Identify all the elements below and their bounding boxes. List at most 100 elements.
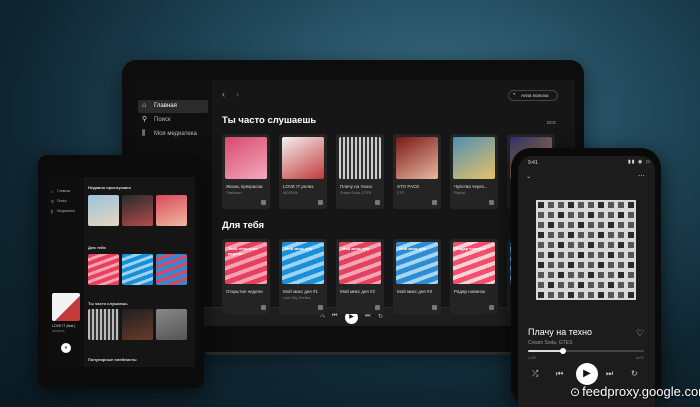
playlist-title: STO PACE [397, 184, 420, 189]
art-cell [578, 292, 584, 298]
tablet-foryou-card[interactable] [122, 254, 153, 285]
search-icon: ⚲ [51, 199, 54, 204]
progress-bar[interactable] [528, 348, 644, 354]
user-menu-button[interactable]: ◔ Anna Ivanova [508, 90, 558, 101]
tablet-section-recent: Недавно прослушано [88, 185, 131, 190]
cover-label: Твой открытия недели [228, 246, 258, 256]
progress-handle[interactable] [559, 348, 566, 354]
progress-fill [528, 350, 563, 352]
playlist-title: Мой микс дня #2 [340, 289, 375, 294]
tablet-pause-button[interactable]: ⏸ [61, 343, 71, 353]
tablet-nav-label: Главная [57, 189, 71, 193]
shuffle-icon[interactable]: ⤮ [320, 313, 325, 320]
art-cell [558, 232, 564, 238]
next-icon[interactable]: ⏭ [606, 369, 613, 379]
art-cell [578, 202, 584, 208]
art-cell [578, 232, 584, 238]
home-icon: ⌂ [51, 189, 54, 194]
playlist-cover: Мой микс дня [282, 242, 324, 284]
art-cell [588, 282, 594, 288]
elapsed-time: 1:20 [528, 355, 536, 360]
playlist-title: Жизнь прекрасна [226, 184, 263, 189]
playlist-cover: Мой микс дня [396, 242, 438, 284]
tablet-foryou-card[interactable] [156, 254, 187, 285]
save-icon[interactable] [261, 305, 266, 310]
playlist-card[interactable]: Мой микс дня Мой микс дня #2 [336, 239, 384, 314]
tablet-recent-card[interactable] [122, 195, 153, 226]
more-icon[interactable]: ⋯ [638, 172, 645, 180]
art-cell [598, 222, 604, 228]
art-cell [618, 292, 624, 298]
play-button[interactable]: ▶ [576, 363, 598, 385]
save-icon[interactable] [318, 305, 323, 310]
playlist-card[interactable]: Мой микс дня Мой микс дня #1 Luck Sky, Eve… [279, 239, 327, 314]
status-icons: ▮▮ ◉ ▭ [628, 159, 652, 165]
sidebar-item-search[interactable]: ⚲ Поиск [138, 114, 208, 127]
playlist-title: Мой микс дня #1 [283, 289, 318, 294]
save-icon[interactable] [261, 200, 266, 205]
playlist-cover: Мой микс дня [339, 242, 381, 284]
playlist-cover [396, 137, 438, 179]
save-icon[interactable] [489, 305, 494, 310]
back-arrow-icon[interactable]: ‹ [222, 89, 225, 99]
art-cell [588, 272, 594, 278]
save-icon[interactable] [432, 200, 437, 205]
art-cell [558, 252, 564, 258]
shuffle-icon[interactable]: ⤮ [532, 369, 538, 379]
save-icon[interactable] [432, 305, 437, 310]
art-cell [538, 212, 544, 218]
track-artist[interactable]: Cream Soda, GTES [528, 340, 572, 346]
save-icon[interactable] [375, 305, 380, 310]
tablet-section-frequent: Ты часто слушаешь [88, 301, 128, 306]
tablet-nav-library[interactable]: ⫼ Медиатека [51, 209, 75, 214]
playlist-card[interactable]: LOVE IT релиз MOSKVA [279, 134, 327, 209]
repeat-icon[interactable]: ↻ [378, 313, 383, 320]
playlist-title: Открытие недели [226, 289, 263, 294]
tablet-nav-home[interactable]: ⌂ Главная [51, 189, 71, 194]
tablet-frequent-card[interactable] [156, 309, 187, 340]
art-cell [618, 282, 624, 288]
sidebar-item-library[interactable]: ⫼ Моя медиатека [138, 128, 208, 141]
repeat-icon[interactable]: ↻ [631, 369, 638, 378]
art-cell [538, 262, 544, 268]
tablet-frequent-card[interactable] [88, 309, 119, 340]
art-cell [538, 202, 544, 208]
sidebar-item-home[interactable]: ⌂ Главная [138, 100, 208, 113]
heart-icon[interactable]: ♡ [636, 328, 644, 339]
art-cell [538, 282, 544, 288]
see-all-link[interactable]: ВСЕ [547, 120, 556, 125]
previous-icon[interactable]: ⏮ [556, 369, 563, 379]
save-icon[interactable] [318, 200, 323, 205]
save-icon[interactable] [489, 200, 494, 205]
forward-arrow-icon[interactable]: › [236, 89, 239, 99]
cover-label: Мой микс дня [342, 246, 370, 251]
playlist-subtitle: Luck Sky, Evelina [283, 296, 311, 300]
playlist-card[interactable]: Радар новинок Радар новинок [450, 239, 498, 314]
tablet-recent-card[interactable] [88, 195, 119, 226]
playlist-card[interactable]: Жизнь прекрасна Плейлист [222, 134, 270, 209]
art-cell [608, 212, 614, 218]
save-icon[interactable] [375, 200, 380, 205]
feed-icon: ⊙ [570, 385, 581, 399]
playlist-card[interactable]: Чувства через... Playlist [450, 134, 498, 209]
art-cell [548, 282, 554, 288]
art-cell [628, 282, 634, 288]
tablet-now-playing-art[interactable] [52, 293, 80, 321]
chevron-down-icon[interactable]: ⌄ [526, 173, 531, 180]
art-cell [588, 252, 594, 258]
tablet-nav-search[interactable]: ⚲ Поиск [51, 199, 67, 204]
playlist-card[interactable]: Мой микс дня Мой микс дня #3 [393, 239, 441, 314]
tablet-recent-card[interactable] [156, 195, 187, 226]
playlist-card[interactable]: Плачу на техно Cream Soda, GTES [336, 134, 384, 209]
track-title: Плачу на техно [528, 327, 592, 337]
art-cell [538, 242, 544, 248]
watermark: ⊙ feedproxy.google.com [570, 384, 700, 399]
playlist-card[interactable]: STO PACE STO [393, 134, 441, 209]
status-time: 9:41 [528, 160, 538, 166]
previous-icon[interactable]: ⏮ [332, 313, 337, 320]
tablet-frequent-card[interactable] [122, 309, 153, 340]
next-icon[interactable]: ⏭ [365, 313, 370, 320]
playlist-cover [453, 137, 495, 179]
playlist-card[interactable]: Твой открытия недели Открытие недели [222, 239, 270, 314]
tablet-foryou-card[interactable] [88, 254, 119, 285]
